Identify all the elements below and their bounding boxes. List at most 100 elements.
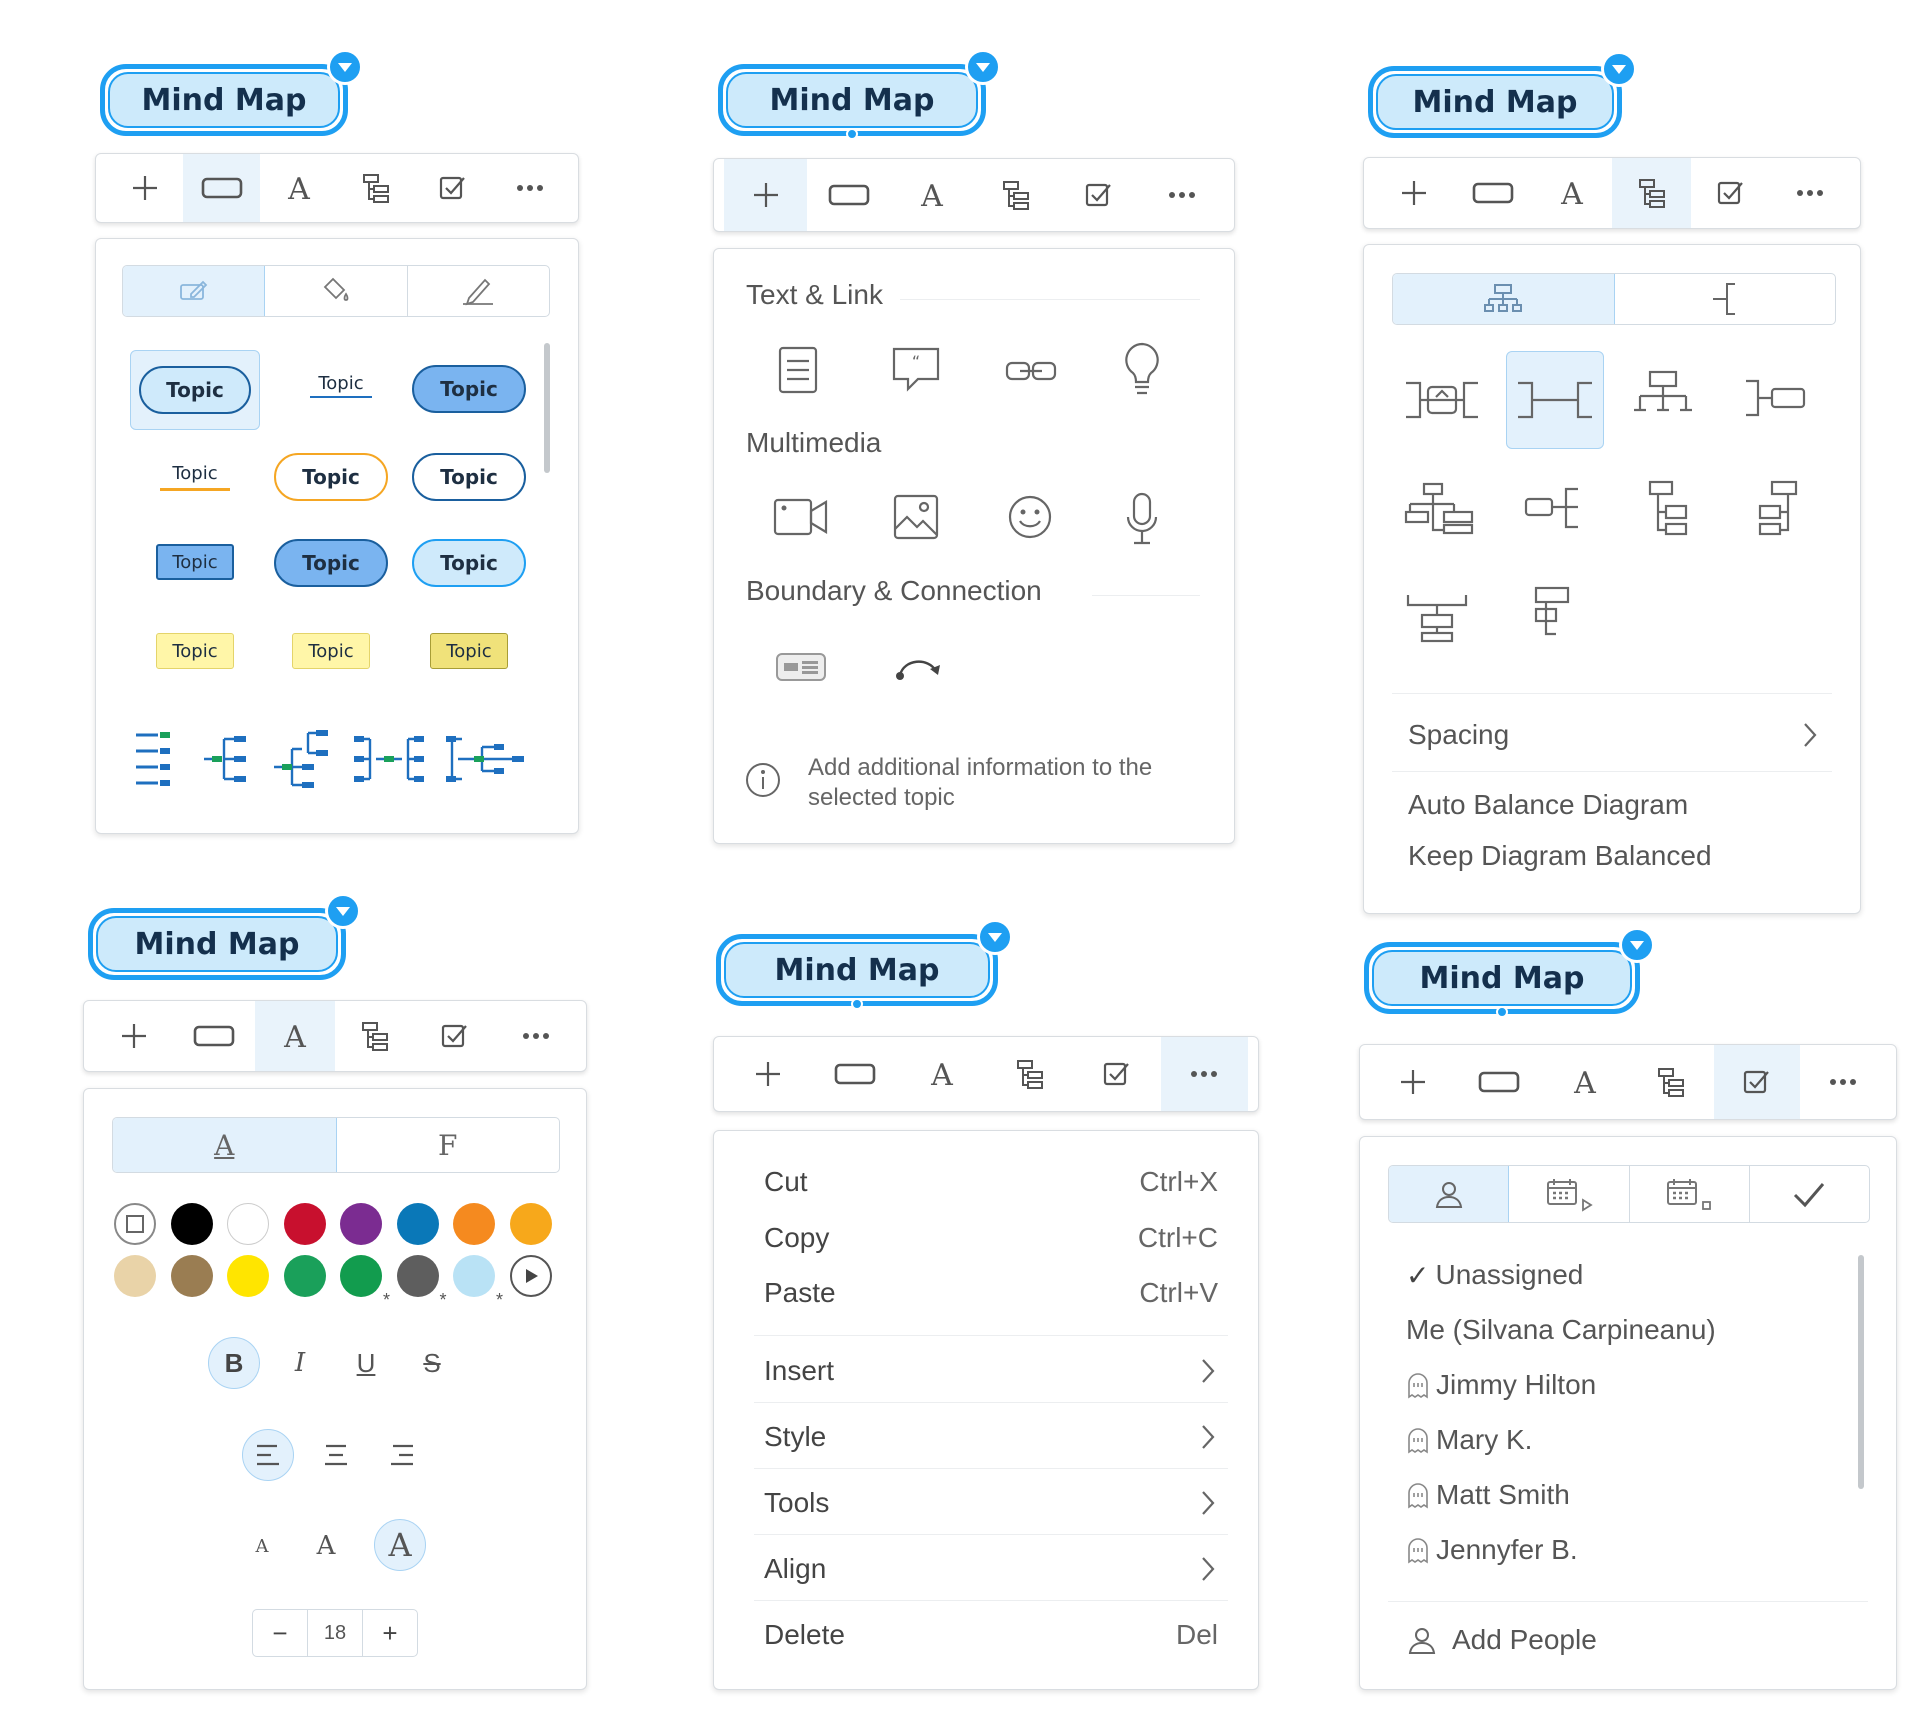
color-swatch[interactable]: *	[340, 1255, 390, 1310]
boundary-icon[interactable]	[774, 651, 828, 683]
connection-icon[interactable]	[892, 653, 944, 683]
emoji-icon[interactable]	[1006, 493, 1054, 541]
layout-list-icon[interactable]	[1532, 585, 1572, 643]
topic-preset-2[interactable]: Topic	[286, 357, 396, 413]
font-size-medium-button[interactable]: A	[304, 1521, 348, 1571]
layout-button[interactable]	[335, 1001, 415, 1071]
shape-style-button[interactable]	[811, 1037, 898, 1111]
central-topic-node[interactable]: Mind Map	[716, 919, 1013, 1010]
task-tab-start-date[interactable]	[1509, 1166, 1630, 1222]
shape-style-button[interactable]	[183, 154, 260, 222]
shape-style-button[interactable]	[1456, 1045, 1542, 1119]
layout-tree-right-icon[interactable]	[1646, 479, 1690, 537]
topic-preset-11[interactable]: Topic	[292, 633, 370, 669]
topic-preset-3[interactable]: Topic	[412, 365, 526, 413]
text-format-button[interactable]	[1533, 158, 1612, 228]
note-icon[interactable]	[776, 345, 820, 395]
add-people-button[interactable]: Add People	[1406, 1615, 1597, 1665]
central-topic-node[interactable]: Mind Map	[100, 49, 363, 136]
decrease-size-button[interactable]: −	[253, 1610, 308, 1656]
layout-tab-structure[interactable]	[1393, 274, 1615, 324]
shape-style-button[interactable]	[807, 159, 890, 231]
layout-tab-branch[interactable]	[1615, 274, 1836, 324]
menu-item-tools[interactable]: Tools	[764, 1473, 1218, 1533]
topic-preset-7[interactable]: Topic	[156, 544, 234, 580]
more-button[interactable]	[496, 1001, 576, 1071]
person-option[interactable]: Matt Smith	[1406, 1473, 1570, 1517]
add-topic-button[interactable]	[1374, 158, 1453, 228]
central-topic-node[interactable]: Mind Map	[1364, 927, 1655, 1018]
style-panel-scrollbar[interactable]	[544, 343, 550, 473]
structure-thumb-fishbone[interactable]	[446, 729, 526, 789]
more-button[interactable]	[1800, 1045, 1886, 1119]
topic-preset-1[interactable]: Topic	[130, 350, 260, 430]
task-button[interactable]	[415, 1001, 495, 1071]
central-topic-node[interactable]: Mind Map	[718, 49, 1001, 140]
collapse-dropdown-icon[interactable]	[1619, 927, 1655, 963]
bold-button[interactable]: B	[208, 1337, 260, 1389]
add-topic-button[interactable]	[724, 1037, 811, 1111]
underline-button[interactable]: U	[340, 1337, 392, 1389]
add-topic-button[interactable]	[94, 1001, 174, 1071]
menu-item-align[interactable]: Align	[764, 1539, 1218, 1599]
style-tab-line[interactable]	[408, 266, 549, 316]
topic-preset-12[interactable]: Topic	[430, 633, 508, 669]
align-right-button[interactable]	[376, 1429, 428, 1481]
layout-left-icon[interactable]	[1524, 485, 1588, 531]
structure-thumb-balanced[interactable]	[354, 729, 424, 789]
style-tab-fill[interactable]	[265, 266, 408, 316]
font-size-small-button[interactable]: A	[240, 1521, 284, 1571]
topic-preset-5[interactable]: Topic	[274, 453, 388, 501]
topic-preset-8[interactable]: Topic	[274, 539, 388, 587]
more-button[interactable]	[1141, 159, 1224, 231]
shape-style-button[interactable]	[1453, 158, 1532, 228]
align-center-button[interactable]	[310, 1429, 362, 1481]
color-swatch[interactable]	[227, 1255, 269, 1297]
layout-button[interactable]	[1611, 158, 1692, 228]
more-button[interactable]	[1160, 1037, 1248, 1111]
idea-bulb-icon[interactable]	[1122, 341, 1162, 399]
text-format-button[interactable]	[260, 154, 337, 222]
layout-tree-left-icon[interactable]	[1756, 479, 1800, 537]
color-swatch[interactable]	[227, 1203, 269, 1245]
video-icon[interactable]	[772, 495, 830, 539]
align-left-button[interactable]	[242, 1429, 294, 1481]
font-size-value[interactable]: 18	[308, 1610, 363, 1656]
central-topic-node[interactable]: Mind Map	[88, 893, 361, 980]
topic-preset-6[interactable]: Topic	[412, 453, 526, 501]
task-button[interactable]	[1057, 159, 1140, 231]
style-tab-preset[interactable]	[123, 266, 266, 316]
layout-button[interactable]	[974, 159, 1057, 231]
more-button[interactable]	[1771, 158, 1850, 228]
layout-right-icon[interactable]	[1744, 375, 1808, 421]
layout-org-down-icon[interactable]	[1632, 369, 1694, 429]
topic-preset-4[interactable]: Topic	[150, 449, 240, 505]
link-icon[interactable]	[1004, 357, 1058, 385]
person-option[interactable]: Jimmy Hilton	[1406, 1363, 1596, 1407]
topic-preset-9[interactable]: Topic	[412, 539, 526, 587]
structure-thumb-right[interactable]	[132, 729, 176, 787]
color-swatch[interactable]	[283, 1255, 326, 1297]
topic-preset-10[interactable]: Topic	[156, 633, 234, 669]
task-button[interactable]	[1714, 1045, 1800, 1119]
person-option[interactable]: Jennyfer B.	[1406, 1528, 1578, 1572]
structure-thumb-tree[interactable]	[200, 729, 250, 789]
increase-size-button[interactable]: +	[363, 1610, 417, 1656]
task-tab-assignee[interactable]	[1389, 1166, 1510, 1222]
text-tab-format[interactable]: F	[337, 1118, 560, 1172]
layout-timeline-icon[interactable]	[1404, 591, 1470, 643]
keep-balanced-option[interactable]: Keep Diagram Balanced	[1408, 840, 1712, 872]
collapse-dropdown-icon[interactable]	[327, 49, 363, 85]
image-icon[interactable]	[892, 493, 940, 541]
italic-button[interactable]: I	[274, 1337, 326, 1389]
person-option[interactable]: Me (Silvana Carpineanu)	[1406, 1308, 1716, 1352]
more-button[interactable]	[491, 154, 568, 222]
color-swatch[interactable]	[170, 1203, 213, 1245]
task-button[interactable]	[1691, 158, 1770, 228]
menu-item-paste[interactable]: Paste Ctrl+V	[764, 1268, 1218, 1318]
text-format-button[interactable]	[254, 1001, 335, 1071]
color-swatch[interactable]: *	[396, 1255, 447, 1310]
color-swatch[interactable]	[114, 1255, 156, 1297]
layout-button[interactable]	[986, 1037, 1073, 1111]
auto-balance-option[interactable]: Auto Balance Diagram	[1408, 789, 1688, 821]
